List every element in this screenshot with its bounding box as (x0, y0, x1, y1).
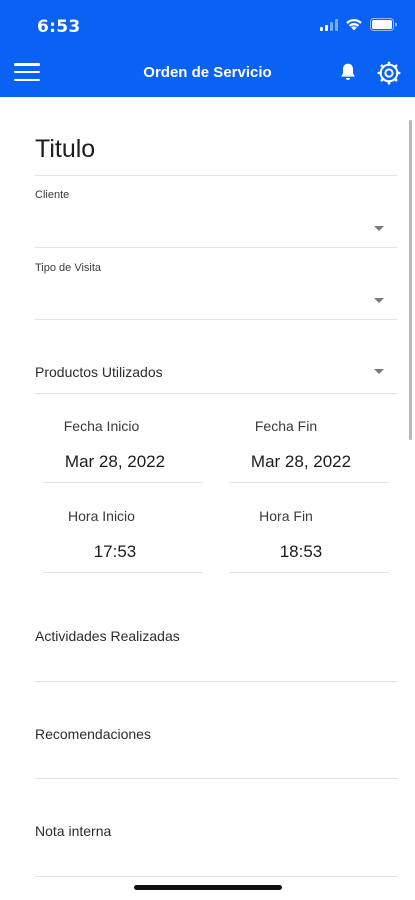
tipo-visita-chevron-down-icon[interactable] (374, 298, 384, 303)
hora-fin-underline (229, 572, 389, 573)
divider (35, 393, 398, 394)
actividades-underline (35, 681, 398, 682)
fecha-fin-underline (229, 482, 389, 483)
fecha-inicio-underline (43, 482, 203, 483)
gear-icon[interactable] (377, 61, 401, 85)
divider (35, 319, 398, 320)
scrollbar[interactable] (409, 120, 412, 440)
bell-icon[interactable] (337, 61, 359, 83)
hora-inicio-label: Hora Inicio (68, 508, 135, 524)
hora-inicio-underline (43, 572, 203, 573)
fecha-inicio-value[interactable]: Mar 28, 2022 (40, 452, 190, 472)
app-bar: Orden de Servicio (0, 47, 415, 97)
cliente-select[interactable] (35, 210, 398, 246)
tipo-visita-label: Tipo de Visita (35, 262, 102, 274)
recomendaciones-underline (35, 778, 398, 779)
status-time: 6:53 (37, 17, 81, 37)
home-indicator[interactable] (134, 885, 282, 890)
fecha-inicio-label: Fecha Inicio (63, 418, 140, 434)
cliente-label: Cliente (35, 189, 70, 201)
productos-chevron-down-icon[interactable] (374, 369, 384, 374)
tipo-visita-select[interactable] (35, 282, 398, 318)
nota-interna-label[interactable]: Nota interna (35, 823, 111, 839)
battery-icon (370, 18, 397, 31)
form-title[interactable]: Titulo (35, 135, 95, 164)
divider (35, 247, 398, 248)
productos-label[interactable]: Productos Utilizados (35, 364, 163, 380)
hora-fin-value[interactable]: 18:53 (226, 542, 376, 562)
fecha-fin-label: Fecha Fin (254, 418, 318, 434)
status-bar: 6:53 (0, 0, 415, 47)
hora-fin-label: Hora Fin (259, 508, 313, 524)
wifi-icon (346, 19, 362, 31)
fecha-fin-value[interactable]: Mar 28, 2022 (226, 452, 376, 472)
nota-interna-underline (35, 876, 398, 877)
status-icons (320, 18, 397, 31)
hora-inicio-value[interactable]: 17:53 (40, 542, 190, 562)
divider (35, 175, 398, 176)
recomendaciones-label[interactable]: Recomendaciones (35, 726, 151, 742)
actividades-label[interactable]: Actividades Realizadas (35, 628, 180, 644)
cliente-chevron-down-icon[interactable] (374, 226, 384, 231)
cellular-signal-icon (320, 18, 338, 31)
